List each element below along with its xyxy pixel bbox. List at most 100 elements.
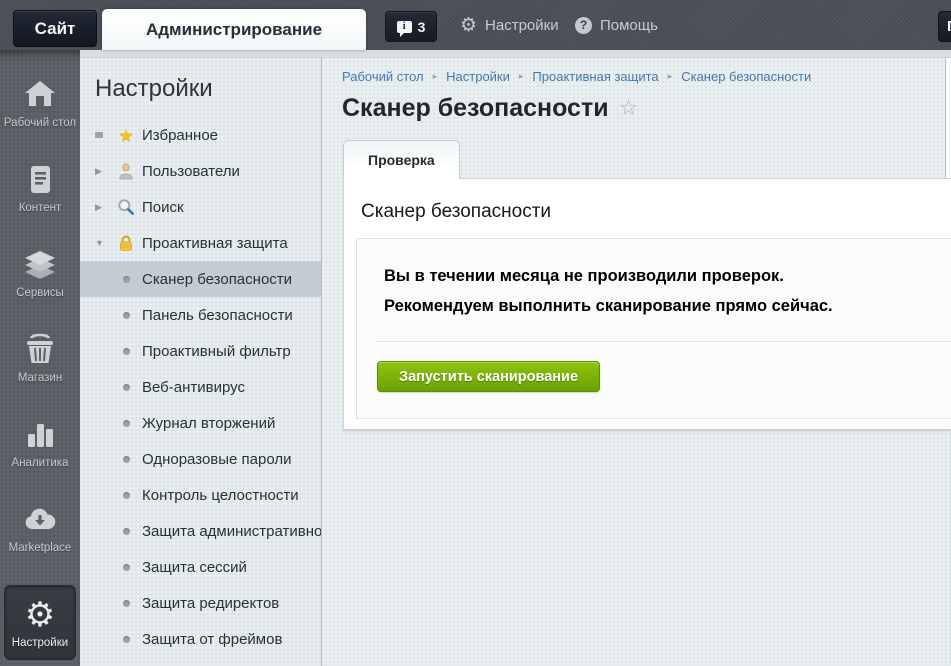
dot-bullet (114, 312, 138, 319)
main-area: Рабочий стол ▸ Настройки ▸ Проактивная з… (322, 58, 951, 666)
menu-item-label: Сканер безопасности (142, 271, 292, 288)
sidebar-item-label: Рабочий стол (1, 117, 79, 130)
partial-clipped-button[interactable]: П (938, 11, 951, 42)
page-title: Сканер безопасности (342, 94, 609, 123)
dot-bullet (114, 564, 138, 571)
sidebar-item-label: Аналитика (1, 457, 79, 470)
warning-message-line2: Рекомендуем выполнить сканирование прямо… (384, 291, 833, 321)
menu-item-proactive-protection[interactable]: ▼ Проактивная защита (80, 225, 321, 261)
start-scan-button-label: Запустить сканирование (399, 369, 578, 385)
partial-clipped-button-label: П (947, 18, 951, 35)
dot-bullet (114, 276, 138, 283)
menu-item-label: Контроль целостности (142, 487, 299, 504)
document-icon (22, 160, 58, 198)
user-icon (114, 162, 138, 180)
start-scan-button[interactable]: Запустить сканирование (377, 361, 600, 392)
basket-icon (22, 330, 58, 368)
menu-item-label: Поиск (142, 199, 184, 216)
menu-item-intrusion-log[interactable]: Журнал вторжений (80, 405, 321, 441)
topbar-help-button[interactable]: ? Помощь (575, 0, 658, 50)
tab-label: Проверка (368, 152, 435, 168)
menu-item-label: Защита административно (142, 523, 321, 540)
breadcrumb-link[interactable]: Настройки (446, 69, 510, 84)
menu-item-frame-protection[interactable]: Защита от фреймов (80, 621, 321, 657)
menu-item-label: Пользователи (142, 163, 240, 180)
menu-item-proactive-filter[interactable]: Проактивный фильтр (80, 333, 321, 369)
notification-count: 3 (418, 19, 426, 35)
admin-tab[interactable]: Администрирование (102, 9, 366, 50)
content-panel: Сканер безопасности Вы в течении месяца … (343, 178, 951, 430)
sidebar-item-services[interactable]: Сервисы (0, 245, 80, 330)
menu-item-one-time-passwords[interactable]: Одноразовые пароли (80, 441, 321, 477)
sidebar-item-marketplace[interactable]: Marketplace (0, 500, 80, 585)
breadcrumb-separator-icon: ▸ (433, 72, 438, 82)
warning-message-line1: Вы в течении месяца не производили прове… (384, 261, 833, 291)
sidebar-item-label: Сервисы (1, 287, 79, 300)
breadcrumb-separator-icon: ▸ (668, 72, 673, 82)
menu-item-security-scanner[interactable]: Сканер безопасности (80, 261, 321, 297)
menu-item-users[interactable]: ▶ Пользователи (80, 153, 321, 189)
sidebar-item-label: Контент (1, 202, 79, 215)
top-bar: Сайт Администрирование i 3 ⚙ Настройки ?… (0, 0, 951, 50)
sidebar-item-shop[interactable]: Магазин (0, 330, 80, 415)
content-top-strip (80, 50, 951, 58)
tab-check[interactable]: Проверка (343, 140, 460, 179)
menu-item-label: Избранное (142, 127, 218, 144)
chevron-down-icon[interactable]: ▼ (95, 238, 114, 248)
menu-item-integrity-control[interactable]: Контроль целостности (80, 477, 321, 513)
icon-sidebar: Рабочий стол Контент Сервисы (0, 50, 80, 666)
admin-tab-label: Администрирование (146, 20, 322, 40)
info-bubble-icon: i (397, 21, 412, 33)
chevron-right-icon[interactable]: ▶ (95, 202, 114, 213)
sidebar-item-analytics[interactable]: Аналитика (0, 415, 80, 500)
bar-chart-icon (22, 415, 58, 453)
cloud-download-icon (22, 500, 58, 538)
dot-bullet (114, 528, 138, 535)
sidebar-item-label: Marketplace (1, 542, 79, 555)
sidebar-item-content[interactable]: Контент (0, 160, 80, 245)
panel-heading: Сканер безопасности (361, 201, 551, 223)
menu-item-web-antivirus[interactable]: Веб-антивирус (80, 369, 321, 405)
menu-item-label: Проактивная защита (142, 235, 288, 252)
breadcrumb-link[interactable]: Сканер безопасности (681, 69, 811, 84)
divider (375, 341, 951, 342)
dot-bullet (114, 348, 138, 355)
menu-item-admin-protection[interactable]: Защита административно (80, 513, 321, 549)
menu-item-session-protection[interactable]: Защита сессий (80, 549, 321, 585)
sidebar-item-desktop[interactable]: Рабочий стол (0, 75, 80, 160)
site-tab[interactable]: Сайт (13, 10, 97, 47)
menu-item-search[interactable]: ▶ Поиск (80, 189, 321, 225)
search-icon (114, 198, 138, 216)
menu-item-label: Защита редиректов (142, 595, 279, 612)
breadcrumb-link[interactable]: Проактивная защита (532, 69, 658, 84)
scrollbar-track[interactable] (945, 50, 951, 178)
home-icon (22, 75, 58, 113)
topbar-settings-label: Настройки (485, 17, 559, 34)
page-title-row: Сканер безопасности ☆ (342, 94, 638, 123)
sidebar-item-settings[interactable]: ⚙ Настройки (4, 585, 76, 660)
menu-item-label: Веб-антивирус (142, 379, 245, 396)
menu-item-security-panel[interactable]: Панель безопасности (80, 297, 321, 333)
menu-item-label: Защита сессий (142, 559, 247, 576)
menu-item-favorites[interactable]: ★ Избранное (80, 117, 321, 153)
notification-badge[interactable]: i 3 (385, 11, 437, 42)
question-icon: ? (575, 17, 592, 34)
menu-item-label: Панель безопасности (142, 307, 293, 324)
dot-bullet (114, 600, 138, 607)
menu-heading: Настройки (95, 75, 321, 103)
menu-item-label: Защита от фреймов (142, 631, 282, 648)
menu-item-label: Одноразовые пароли (142, 451, 292, 468)
dot-bullet (114, 492, 138, 499)
breadcrumb: Рабочий стол ▸ Настройки ▸ Проактивная з… (342, 69, 811, 84)
dot-bullet (114, 636, 138, 643)
site-tab-label: Сайт (35, 19, 76, 39)
bullet-marker (95, 132, 114, 138)
chevron-right-icon[interactable]: ▶ (95, 166, 114, 177)
dot-bullet (114, 456, 138, 463)
menu-item-redirect-protection[interactable]: Защита редиректов (80, 585, 321, 621)
dot-bullet (114, 384, 138, 391)
topbar-settings-button[interactable]: ⚙ Настройки (460, 0, 559, 50)
breadcrumb-link[interactable]: Рабочий стол (342, 69, 424, 84)
sidebar-item-label: Магазин (1, 372, 79, 385)
favorite-star-icon[interactable]: ☆ (619, 98, 639, 120)
